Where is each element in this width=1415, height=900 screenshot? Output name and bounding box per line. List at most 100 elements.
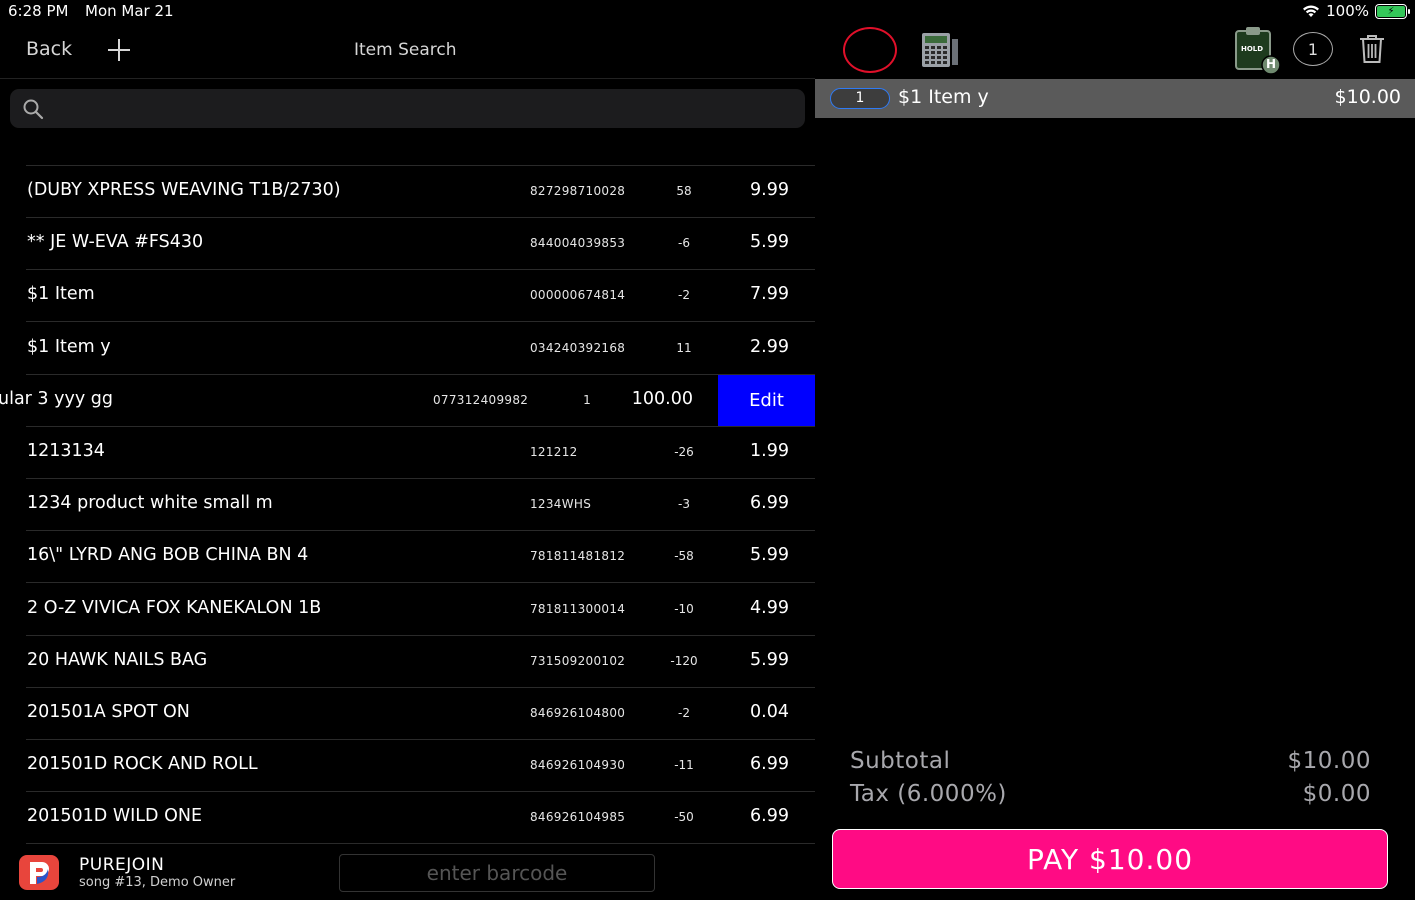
item-price: 2.99 [750,336,789,357]
barcode-input[interactable] [339,854,655,892]
item-qty: 1 [583,392,591,407]
item-barcode: 844004039853 [530,236,626,251]
item-list[interactable]: (DUBY XPRESS WEAVING T1B/2730) 8272987100… [0,138,815,844]
item-barcode: 846926104930 [530,758,626,773]
record-button[interactable] [843,27,897,73]
item-name: (DUBY XPRESS WEAVING T1B/2730) [27,180,341,200]
cart-line-name: $1 Item y [898,86,989,108]
wifi-icon [1303,5,1320,17]
status-time: 6:28 PM [8,2,69,20]
item-row[interactable]: ular 3 yyy gg 077312409982 1 100.00 Edit [0,374,815,427]
item-name: 1234 product white small m [27,493,273,514]
item-qty: -6 [678,236,690,251]
item-barcode: 781811300014 [530,601,626,616]
item-row[interactable]: 201501D ROCK AND ROLL 846926104930 -11 6.99 [0,740,815,793]
item-row[interactable]: ** JE W-EVA #FS430 844004039853 -6 5.99 [0,218,815,271]
plus-icon[interactable] [106,37,132,63]
item-barcode: 781811481812 [530,549,626,564]
trash-icon[interactable] [1358,33,1386,65]
search-bar[interactable] [10,89,805,128]
item-barcode: 1234WHS [530,497,592,512]
item-name: 1213134 [27,441,105,461]
item-name: 2 O-Z VIVICA FOX KANEKALON 1B [27,597,322,618]
page-title: Item Search [354,40,457,60]
item-name: 16\" LYRD ANG BOB CHINA BN 4 [27,545,309,566]
battery-charging-icon: ⚡ [1375,3,1410,19]
item-qty: 11 [676,340,692,355]
subtotal-value: $10.00 [1287,748,1371,774]
item-qty: -50 [674,810,694,825]
subtotal-label: Subtotal [850,748,951,774]
item-name: 201501D ROCK AND ROLL [27,754,258,775]
cart-line-price: $10.00 [1334,86,1401,108]
item-price: 5.99 [750,545,789,566]
item-barcode: 846926104985 [530,810,626,825]
item-barcode: 000000674814 [530,288,626,303]
tax-value: $0.00 [1302,781,1371,807]
item-row[interactable]: $1 Item y 034240392168 11 2.99 [0,323,815,375]
item-row[interactable]: 201501D WILD ONE 846926104985 -50 6.99 [0,792,815,844]
row-divider [26,843,815,844]
item-row[interactable]: 2 O-Z VIVICA FOX KANEKALON 1B 78181130001… [0,584,815,636]
item-name: 20 HAWK NAILS BAG [27,649,208,670]
item-price: 4.99 [750,597,789,618]
item-price: 0.04 [750,702,789,722]
item-barcode: 077312409982 [433,392,529,407]
item-barcode: 121212 [530,445,578,459]
item-row[interactable]: 1213134 121212 -26 1.99 [0,427,815,479]
item-qty: -120 [670,653,698,668]
item-name: $1 Item y [27,336,111,357]
status-date: Mon Mar 21 [85,2,174,20]
item-qty: -10 [674,601,694,616]
app-logo [19,855,59,890]
item-name: 201501D WILD ONE [27,806,203,827]
item-name: $1 Item [27,284,95,305]
item-row[interactable]: 201501A SPOT ON 846926104800 -2 0.04 [0,688,815,740]
status-indicators: 100% ⚡ [1302,2,1410,20]
tax-label: Tax (6.000%) [850,781,1007,807]
item-price: 6.99 [750,493,789,514]
hold-badge: H [1266,57,1277,71]
item-row[interactable]: 20 HAWK NAILS BAG 731509200102 -120 5.99 [0,636,815,688]
item-barcode: 846926104800 [530,706,626,720]
cart-line-qty[interactable]: 1 [830,88,890,109]
store-subtitle: song #13, Demo Owner [79,875,236,890]
item-price: 5.99 [750,232,789,253]
item-qty: -11 [674,758,694,773]
battery-percent: 100% [1326,2,1369,20]
item-row[interactable]: $1 Item 000000674814 -2 7.99 [0,270,815,323]
calculator-icon[interactable] [920,31,960,69]
hold-label: HOLD [1241,45,1264,53]
logo-mark-icon [30,861,49,884]
search-icon [23,99,44,120]
back-button[interactable]: Back [26,38,72,60]
pay-button[interactable]: PAY $10.00 [832,829,1388,889]
store-name: PUREJOIN [79,855,165,875]
item-barcode: 827298710028 [530,184,626,198]
item-name: ** JE W-EVA #FS430 [27,232,204,253]
item-price: 1.99 [750,441,789,461]
item-qty: -3 [678,497,690,512]
item-row[interactable]: 16\" LYRD ANG BOB CHINA BN 4 781811481812… [0,531,815,584]
edit-button[interactable]: Edit [718,374,815,427]
item-qty: 58 [676,184,692,198]
item-barcode: 034240392168 [530,340,626,355]
item-price: 5.99 [750,649,789,670]
item-qty: -2 [678,288,690,303]
hold-icon[interactable]: HOLD H [1233,25,1283,75]
item-name: ular 3 yyy gg [0,388,113,409]
item-price: 9.99 [750,180,789,200]
item-qty: -26 [674,445,694,459]
item-barcode: 731509200102 [530,653,626,668]
cart-count-badge[interactable]: 1 [1293,32,1333,66]
item-qty: -58 [674,549,694,564]
item-name: 201501A SPOT ON [27,702,190,722]
item-price: 6.99 [750,806,789,827]
item-qty: -2 [678,706,690,720]
item-price: 7.99 [750,284,789,305]
item-price: 6.99 [750,754,789,775]
item-row[interactable]: 1234 product white small m 1234WHS -3 6.99 [0,479,815,532]
item-row[interactable]: (DUBY XPRESS WEAVING T1B/2730) 8272987100… [0,166,815,218]
search-input[interactable] [56,89,796,128]
cart-line-item[interactable]: 1 $1 Item y $10.00 [815,79,1415,118]
